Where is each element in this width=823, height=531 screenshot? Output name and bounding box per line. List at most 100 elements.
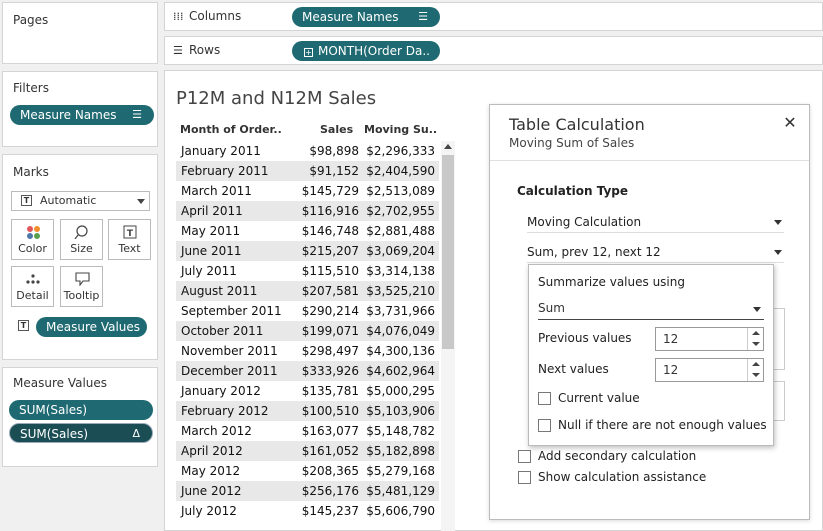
table-row[interactable]: September 2011 $290,214 $3,731,966 — [176, 301, 439, 321]
calculation-type-value: Moving Calculation — [527, 215, 642, 229]
marks-pill-label: Measure Values — [46, 320, 141, 334]
table-row[interactable]: March 2012 $163,077 $5,148,782 — [176, 421, 439, 441]
chevron-down-icon — [137, 199, 145, 204]
header-moving[interactable]: Moving Su.. — [364, 123, 437, 136]
moving-summary-dropdown[interactable]: Sum, prev 12, next 12 — [527, 241, 784, 263]
cell-moving-sum: $5,481,129 — [366, 484, 435, 498]
tooltip-icon — [75, 272, 90, 286]
filters-panel: Filters Measure Names ☰ — [2, 71, 158, 147]
text-shelf-icon: T — [18, 320, 29, 331]
increment-icon[interactable] — [747, 359, 763, 370]
measure-value-pill-2[interactable]: SUM(Sales) Δ — [9, 423, 153, 443]
close-icon[interactable]: ✕ — [781, 114, 799, 132]
cell-month: November 2011 — [181, 344, 278, 358]
table-row[interactable]: December 2011 $333,926 $4,602,964 — [176, 361, 439, 381]
filter-pill-measure-names[interactable]: Measure Names ☰ — [10, 105, 154, 125]
current-value-checkbox[interactable] — [538, 392, 551, 405]
increment-icon[interactable] — [747, 328, 763, 339]
previous-values-stepper[interactable]: 12 — [655, 327, 764, 351]
measure-value-pill-1[interactable]: SUM(Sales) — [9, 400, 153, 420]
table-row[interactable]: January 2011 $98,898 $2,296,333 — [176, 141, 439, 161]
scroll-thumb[interactable] — [442, 155, 454, 349]
columns-shelf: ⁞⁞⁞ Columns Measure Names ☰ — [164, 2, 823, 31]
columns-pill-measure-names[interactable]: Measure Names ☰ — [292, 7, 440, 27]
add-secondary-checkbox[interactable] — [518, 450, 531, 463]
size-button[interactable]: Size — [60, 219, 103, 260]
tooltip-label: Tooltip — [63, 289, 100, 302]
vertical-scrollbar[interactable] — [441, 141, 455, 531]
table-row[interactable]: July 2011 $115,510 $3,314,138 — [176, 261, 439, 281]
table-row[interactable]: June 2012 $256,176 $5,481,129 — [176, 481, 439, 501]
table-row[interactable]: June 2011 $215,207 $3,069,204 — [176, 241, 439, 261]
cell-month: May 2012 — [181, 464, 241, 478]
cell-sales: $208,365 — [301, 464, 359, 478]
table-row[interactable]: August 2011 $207,581 $3,525,210 — [176, 281, 439, 301]
cell-moving-sum: $5,182,898 — [366, 444, 435, 458]
next-values-stepper[interactable]: 12 — [655, 358, 764, 382]
null-if-checkbox[interactable] — [538, 419, 551, 432]
header-month[interactable]: Month of Order.. — [180, 123, 282, 136]
cell-month: July 2012 — [181, 504, 237, 518]
mark-type-select[interactable]: T Automatic — [11, 191, 150, 211]
table-row[interactable]: February 2012 $100,510 $5,103,906 — [176, 401, 439, 421]
text-button[interactable]: T Text — [108, 219, 151, 260]
cell-moving-sum: $5,103,906 — [366, 404, 435, 418]
size-icon — [74, 225, 88, 239]
table-row[interactable]: March 2011 $145,729 $2,513,089 — [176, 181, 439, 201]
cell-moving-sum: $3,314,138 — [366, 264, 435, 278]
view-title: P12M and N12M Sales — [176, 88, 377, 109]
summarize-value: Sum — [538, 301, 565, 315]
cell-moving-sum: $5,279,168 — [366, 464, 435, 478]
chevron-down-icon — [774, 250, 782, 255]
measure-value-pill-2-label: SUM(Sales) — [20, 427, 89, 441]
cell-sales: $135,781 — [301, 384, 359, 398]
delta-icon: Δ — [132, 427, 140, 440]
table-row[interactable]: May 2011 $146,748 $2,881,488 — [176, 221, 439, 241]
dialog-divider — [490, 160, 809, 161]
rows-pill-month[interactable]: + MONTH(Order Da.. — [292, 41, 440, 61]
table-row[interactable]: April 2012 $161,052 $5,182,898 — [176, 441, 439, 461]
cell-month: March 2012 — [181, 424, 252, 438]
cell-month: August 2011 — [181, 284, 258, 298]
table-row[interactable]: July 2012 $145,237 $5,606,790 — [176, 501, 439, 521]
cell-month: December 2011 — [181, 364, 278, 378]
decrement-icon[interactable] — [747, 370, 763, 381]
table-row[interactable]: May 2012 $208,365 $5,279,168 — [176, 461, 439, 481]
color-button[interactable]: Color — [11, 219, 54, 260]
table-row[interactable]: January 2012 $135,781 $5,000,295 — [176, 381, 439, 401]
scroll-up-icon[interactable] — [444, 144, 452, 149]
cell-sales: $146,748 — [301, 224, 359, 238]
moving-calc-popup: Summarize values using Sum Previous valu… — [528, 264, 774, 446]
cell-sales: $116,916 — [301, 204, 359, 218]
table-row[interactable]: November 2011 $298,497 $4,300,136 — [176, 341, 439, 361]
cell-sales: $115,510 — [301, 264, 359, 278]
table-row[interactable]: October 2011 $199,071 $4,076,049 — [176, 321, 439, 341]
summarize-select[interactable]: Sum — [538, 298, 764, 320]
cell-moving-sum: $2,404,590 — [366, 164, 435, 178]
cell-sales: $98,898 — [309, 144, 359, 158]
rows-pill-label: MONTH(Order Da.. — [318, 44, 430, 58]
cell-month: June 2012 — [181, 484, 242, 498]
calculation-type-dropdown[interactable]: Moving Calculation — [527, 211, 784, 233]
tooltip-button[interactable]: Tooltip — [60, 266, 103, 307]
sort-icon: ☰ — [418, 10, 428, 23]
expand-icon: + — [304, 48, 313, 57]
cell-month: September 2011 — [181, 304, 282, 318]
cell-month: January 2011 — [181, 144, 261, 158]
cell-moving-sum: $3,731,966 — [366, 304, 435, 318]
detail-button[interactable]: Detail — [11, 266, 54, 307]
table-row[interactable]: February 2011 $91,152 $2,404,590 — [176, 161, 439, 181]
marks-pill-measure-values[interactable]: Measure Values — [36, 317, 147, 337]
cell-month: April 2012 — [181, 444, 243, 458]
show-assistance-checkbox[interactable] — [518, 471, 531, 484]
text-label: Text — [118, 242, 141, 255]
calculation-type-label: Calculation Type — [517, 184, 629, 198]
previous-values-value: 12 — [663, 332, 679, 346]
size-label: Size — [70, 242, 93, 255]
header-sales[interactable]: Sales — [320, 123, 353, 136]
cell-month: May 2011 — [181, 224, 241, 238]
decrement-icon[interactable] — [747, 339, 763, 350]
table-row[interactable]: April 2011 $116,916 $2,702,955 — [176, 201, 439, 221]
text-mark-icon: T — [21, 195, 32, 206]
color-label: Color — [18, 242, 47, 255]
